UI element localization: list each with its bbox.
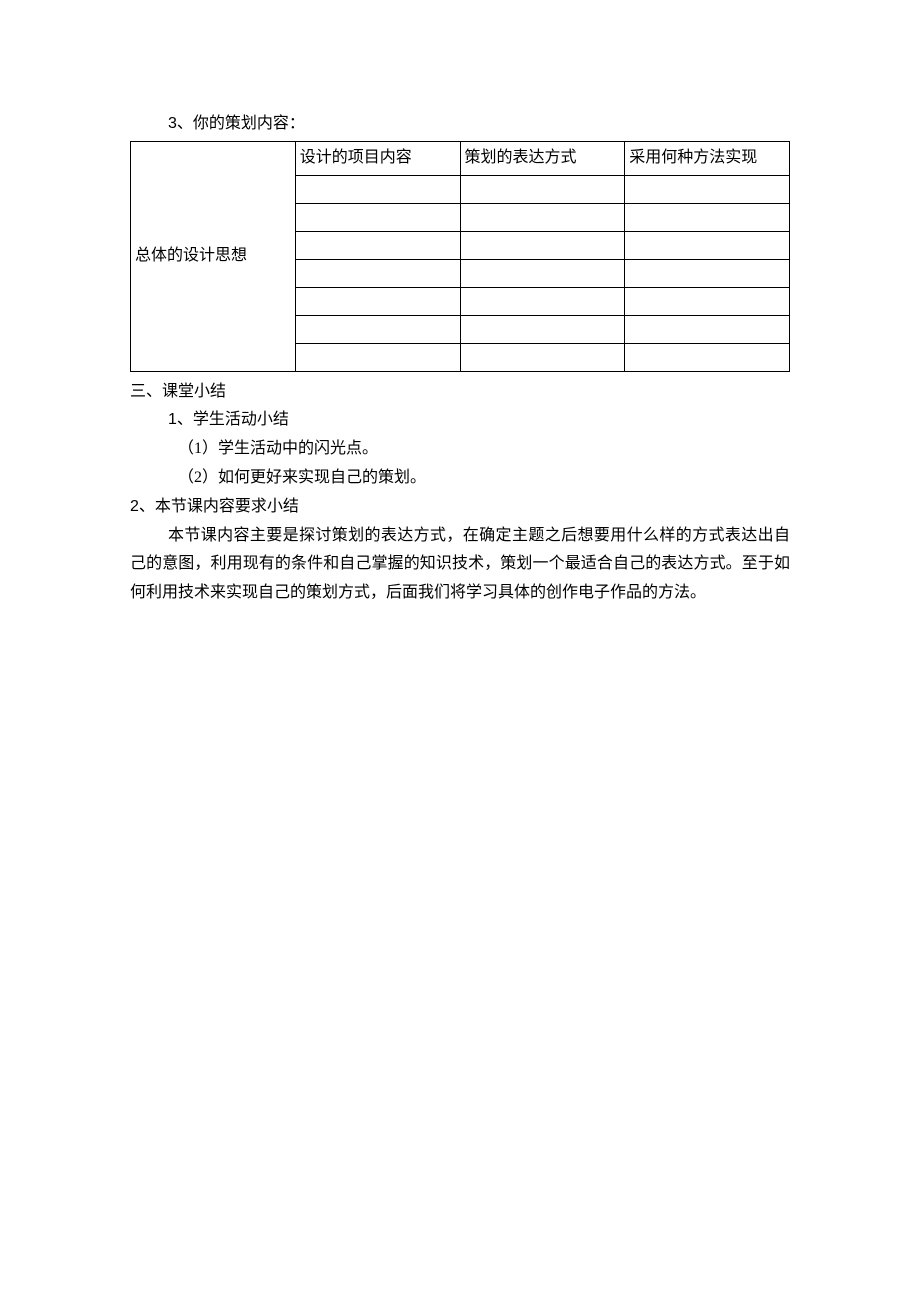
table-header-col4: 采用何种方法实现 bbox=[625, 141, 790, 175]
item-1-1-num: （1） bbox=[178, 440, 218, 457]
table-cell bbox=[460, 343, 625, 371]
table-cell bbox=[295, 231, 460, 259]
table-header-col3: 策划的表达方式 bbox=[460, 141, 625, 175]
table-cell bbox=[625, 343, 790, 371]
table-cell bbox=[460, 287, 625, 315]
item-2: 2、本节课内容要求小结 bbox=[130, 493, 790, 522]
item-1-2-text: 如何更好来实现自己的策划。 bbox=[218, 469, 426, 486]
table-cell bbox=[460, 231, 625, 259]
item-2-num: 2 bbox=[130, 498, 139, 515]
item-1-2: （2）如何更好来实现自己的策划。 bbox=[130, 464, 790, 493]
heading-3-text: 你的策划内容： bbox=[193, 115, 305, 132]
table-cell bbox=[295, 287, 460, 315]
table-cell bbox=[460, 259, 625, 287]
table-header-row: 总体的设计思想 设计的项目内容 策划的表达方式 采用何种方法实现 bbox=[131, 141, 790, 175]
table-header-col2: 设计的项目内容 bbox=[295, 141, 460, 175]
item-1-text: 学生活动小结 bbox=[193, 411, 289, 428]
table-header-col1: 总体的设计思想 bbox=[131, 141, 296, 371]
table-cell bbox=[625, 175, 790, 203]
heading-3-sep: 、 bbox=[177, 115, 193, 132]
heading-3: 3、你的策划内容： bbox=[130, 110, 790, 139]
table-cell bbox=[625, 287, 790, 315]
table-cell bbox=[625, 315, 790, 343]
section-san: 三、课堂小结 bbox=[130, 378, 790, 407]
item-1-1-text: 学生活动中的闪光点。 bbox=[218, 440, 378, 457]
section-san-num: 三、 bbox=[130, 383, 162, 400]
table-cell bbox=[295, 203, 460, 231]
item-1-2-num: （2） bbox=[178, 469, 218, 486]
table-cell bbox=[460, 315, 625, 343]
table-cell bbox=[625, 231, 790, 259]
item-2-sep: 、 bbox=[139, 498, 155, 515]
item-1: 1、学生活动小结 bbox=[130, 406, 790, 435]
section-san-title: 课堂小结 bbox=[162, 383, 226, 400]
heading-3-num: 3 bbox=[168, 115, 177, 132]
table-cell bbox=[625, 203, 790, 231]
planning-table: 总体的设计思想 设计的项目内容 策划的表达方式 采用何种方法实现 bbox=[130, 141, 790, 372]
table-cell bbox=[460, 203, 625, 231]
table-cell bbox=[295, 315, 460, 343]
item-1-num: 1 bbox=[168, 411, 177, 428]
summary-paragraph: 本节课内容主要是探讨策划的表达方式，在确定主题之后想要用什么样的方式表达出自己的… bbox=[130, 522, 790, 608]
item-1-sep: 、 bbox=[177, 411, 193, 428]
table-cell bbox=[295, 343, 460, 371]
item-1-1: （1）学生活动中的闪光点。 bbox=[130, 435, 790, 464]
item-2-text: 本节课内容要求小结 bbox=[155, 498, 299, 515]
table-cell bbox=[295, 259, 460, 287]
table-cell bbox=[625, 259, 790, 287]
table-cell bbox=[460, 175, 625, 203]
table-cell bbox=[295, 175, 460, 203]
